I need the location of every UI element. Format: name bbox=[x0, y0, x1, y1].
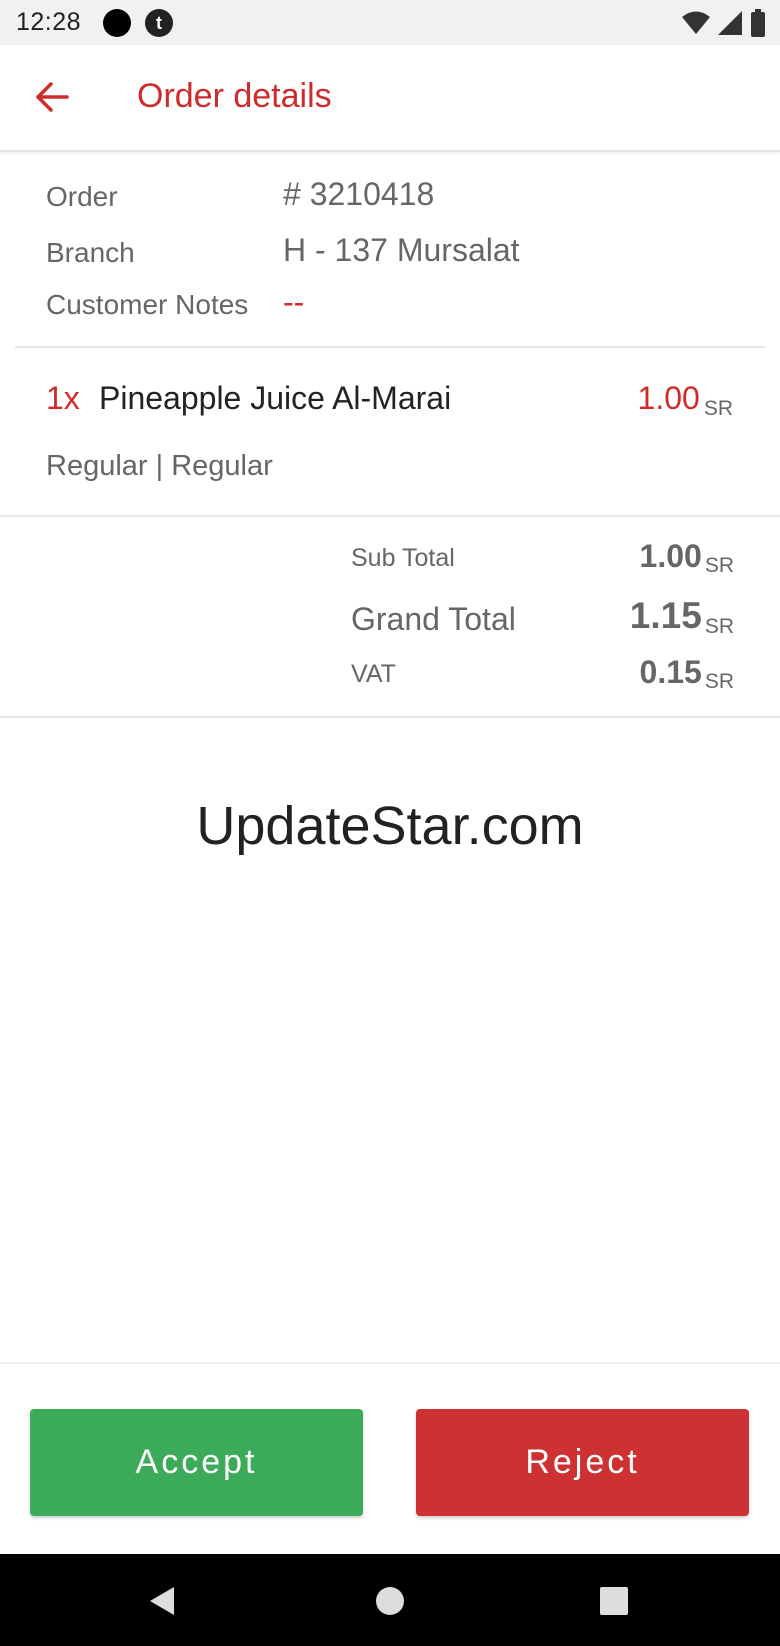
nav-back-button[interactable] bbox=[146, 1584, 180, 1618]
app-notification-icon: t bbox=[145, 9, 173, 37]
item-price: 1.00 SR bbox=[637, 380, 733, 420]
item-options: Regular | Regular bbox=[46, 450, 273, 482]
subtotal-value: 1.00 SR bbox=[639, 538, 734, 577]
signal-icon bbox=[718, 11, 742, 35]
vat-amount: 0.15 bbox=[639, 654, 702, 690]
subtotal-label: Sub Total bbox=[351, 544, 455, 572]
nav-back-icon bbox=[150, 1587, 174, 1615]
order-label: Order bbox=[46, 181, 118, 212]
grand-total-row: Grand Total 1.15 SR bbox=[351, 595, 734, 641]
grand-total-label: Grand Total bbox=[351, 601, 516, 637]
nav-recents-icon bbox=[600, 1587, 628, 1615]
notes-value: -- bbox=[283, 284, 305, 320]
watermark-text: UpdateStar.com bbox=[196, 796, 584, 856]
notification-dot-icon bbox=[103, 9, 131, 37]
system-icons bbox=[682, 9, 766, 37]
branch-label: Branch bbox=[46, 237, 135, 268]
item-quantity: 1x bbox=[46, 380, 80, 416]
branch-value: H - 137 Mursalat bbox=[283, 232, 520, 268]
grand-total-amount: 1.15 bbox=[629, 595, 702, 636]
notes-label: Customer Notes bbox=[46, 289, 249, 320]
battery-icon bbox=[751, 9, 765, 37]
grand-total-value: 1.15 SR bbox=[629, 595, 734, 638]
system-nav-bar bbox=[0, 1554, 780, 1646]
divider bbox=[0, 716, 780, 718]
vat-value: 0.15 SR bbox=[639, 654, 734, 693]
nav-recents-button[interactable] bbox=[597, 1584, 631, 1618]
nav-home-button[interactable] bbox=[373, 1584, 407, 1618]
wifi-icon bbox=[682, 11, 710, 34]
nav-home-icon bbox=[376, 1587, 404, 1615]
totals-section: Sub Total 1.00 SR Grand Total 1.15 SR VA… bbox=[0, 517, 780, 717]
vat-row: VAT 0.15 SR bbox=[351, 654, 734, 694]
reject-button[interactable]: Reject bbox=[416, 1409, 749, 1516]
status-time: 12:28 bbox=[16, 8, 82, 36]
app-bar: Order details bbox=[0, 45, 780, 152]
vat-currency: SR bbox=[704, 670, 734, 693]
item-price-currency: SR bbox=[703, 397, 733, 420]
page-title: Order details bbox=[137, 77, 332, 115]
subtotal-amount: 1.00 bbox=[639, 538, 702, 574]
order-number: # 3210418 bbox=[283, 176, 435, 212]
action-bar: Accept Reject bbox=[0, 1362, 780, 1554]
back-button[interactable] bbox=[34, 81, 70, 113]
subtotal-currency: SR bbox=[704, 554, 734, 577]
item-name: Pineapple Juice Al-Marai bbox=[99, 380, 452, 416]
subtotal-row: Sub Total 1.00 SR bbox=[351, 538, 734, 578]
grand-total-currency: SR bbox=[704, 615, 734, 638]
accept-button[interactable]: Accept bbox=[30, 1409, 363, 1516]
status-bar: 12:28 t bbox=[0, 0, 780, 45]
item-price-amount: 1.00 bbox=[637, 380, 700, 416]
vat-label: VAT bbox=[351, 660, 396, 688]
arrow-left-icon bbox=[36, 82, 69, 112]
order-item: 1x Pineapple Juice Al-Marai 1.00 SR Regu… bbox=[0, 348, 780, 515]
